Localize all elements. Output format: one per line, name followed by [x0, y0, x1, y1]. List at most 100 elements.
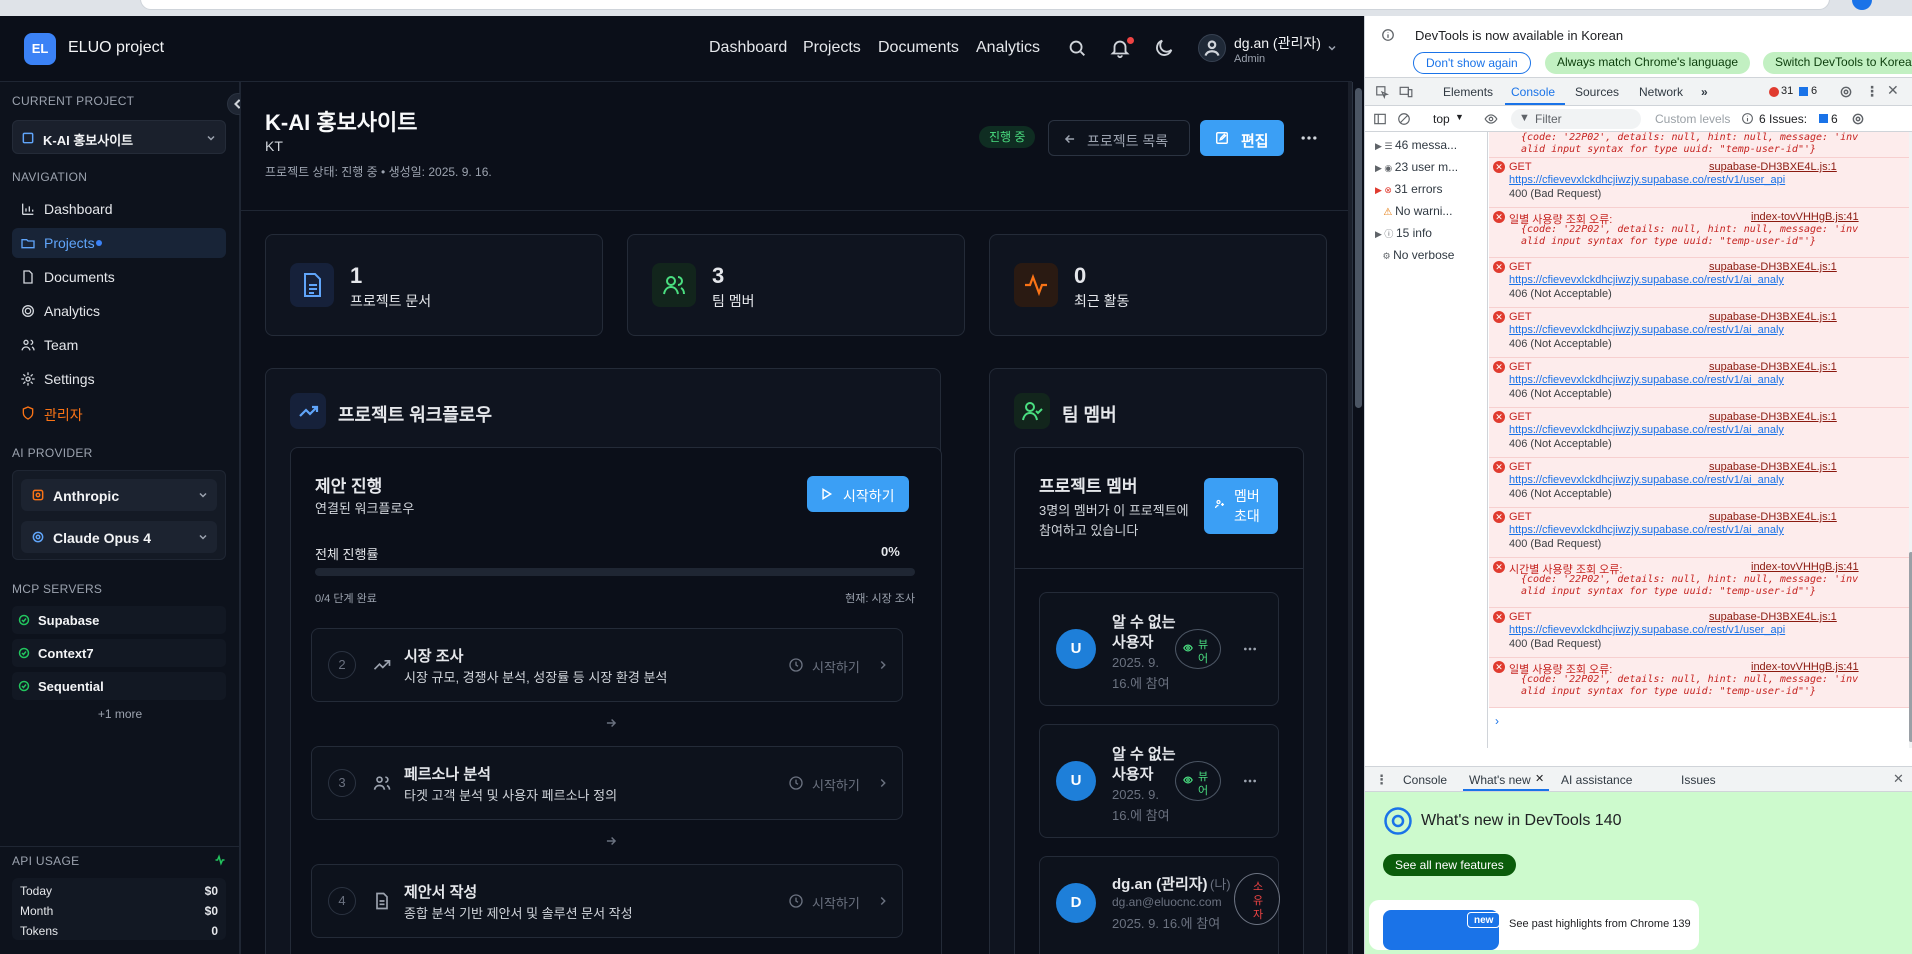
workflow-step-market[interactable]: 2 시장 조사 시장 규모, 경쟁사 분석, 성장률 등 시장 환경 분석 시작… — [311, 628, 903, 702]
console-log-entry[interactable]: ✕ GET supabase-DH3BXE4L.js:1 https://cfi… — [1489, 508, 1909, 558]
more-tabs-icon[interactable]: » — [1701, 85, 1708, 99]
stat-card-members[interactable]: 3 팀 멤버 — [627, 234, 965, 336]
step-action[interactable]: 시작하기 — [812, 893, 860, 912]
drawer-menu-icon[interactable]: ⋮ — [1375, 772, 1388, 788]
sidebar-item-dashboard[interactable]: Dashboard — [12, 194, 226, 224]
console-log-entry[interactable]: ✕ GET supabase-DH3BXE4L.js:1 https://cfi… — [1489, 358, 1909, 408]
moon-icon[interactable] — [1153, 37, 1177, 61]
console-log-entry[interactable]: ✕ 시간별 사용량 조회 오류: index-tovVHHgB.js:41 {c… — [1489, 558, 1909, 608]
console-prompt[interactable]: › — [1495, 714, 1499, 728]
gear-icon[interactable] — [1839, 85, 1853, 99]
console-log-entry[interactable]: {code: '22P02', details: null, hint: nul… — [1489, 132, 1909, 158]
device-toggle-icon[interactable] — [1399, 85, 1413, 99]
role-badge-owner[interactable]: 소 유 자 — [1234, 873, 1280, 925]
model-select[interactable]: Claude Opus 4 — [21, 521, 217, 553]
filter-user-messages[interactable]: ▶ ◉ 23 user m... — [1375, 160, 1458, 174]
console-log-entry[interactable]: ✕ GET supabase-DH3BXE4L.js:1 https://cfi… — [1489, 308, 1909, 358]
context-select[interactable]: top — [1433, 112, 1450, 126]
log-source[interactable]: index-tovVHHgB.js:41 — [1751, 561, 1859, 573]
sidebar-toggle-icon[interactable] — [1373, 112, 1387, 126]
log-source[interactable]: supabase-DH3BXE4L.js:1 — [1709, 461, 1837, 473]
stat-card-documents[interactable]: 1 프로젝트 문서 — [265, 234, 603, 336]
always-match-button[interactable]: Always match Chrome's language — [1545, 52, 1751, 74]
switch-korean-button[interactable]: Switch DevTools to Korean — [1763, 52, 1912, 74]
console-log-entry[interactable]: ✕ GET supabase-DH3BXE4L.js:1 https://cfi… — [1489, 408, 1909, 458]
log-source[interactable]: index-tovVHHgB.js:41 — [1751, 661, 1859, 673]
invite-member-button[interactable]: 멤버 초대 — [1204, 478, 1278, 534]
gear-icon[interactable] — [1851, 112, 1865, 126]
log-source[interactable]: supabase-DH3BXE4L.js:1 — [1709, 411, 1837, 423]
app-title[interactable]: ELUO project — [68, 39, 164, 57]
log-url[interactable]: https://cfievevxlckdhcjiwzjy.supabase.co… — [1509, 524, 1784, 536]
stat-card-activity[interactable]: 0 최근 활동 — [989, 234, 1327, 336]
kebab-menu-icon[interactable]: ⋮ — [1865, 83, 1879, 100]
member-card[interactable]: D dg.an (관리자) (나) dg.an@eluocnc.com 2025… — [1039, 856, 1280, 954]
log-url[interactable]: https://cfievevxlckdhcjiwzjy.supabase.co… — [1509, 474, 1784, 486]
console-log-entry[interactable]: ✕ GET supabase-DH3BXE4L.js:1 https://cfi… — [1489, 158, 1909, 208]
drawer-tab-console[interactable]: Console — [1403, 773, 1447, 787]
highlight-card[interactable]: new See past highlights from Chrome 139 — [1369, 900, 1699, 950]
user-avatar-icon[interactable] — [1198, 34, 1226, 62]
nav-documents[interactable]: Documents — [878, 39, 959, 57]
filter-errors[interactable]: ▶ ⊗ 31 errors — [1375, 182, 1443, 196]
filter-info[interactable]: ▶ ⓘ 15 info — [1375, 226, 1432, 240]
log-source[interactable]: supabase-DH3BXE4L.js:1 — [1709, 361, 1837, 373]
step-action[interactable]: 시작하기 — [812, 657, 860, 676]
inspect-icon[interactable] — [1375, 85, 1389, 99]
provider-select[interactable]: Anthropic — [21, 479, 217, 511]
role-badge-viewer[interactable]: 뷰 어 — [1175, 629, 1221, 669]
nav-analytics[interactable]: Analytics — [976, 39, 1040, 57]
back-to-list-button[interactable]: 프로젝트 목록 — [1048, 120, 1190, 156]
log-url[interactable]: https://cfievevxlckdhcjiwzjy.supabase.co… — [1509, 274, 1784, 286]
console-log-entry[interactable]: ✕ GET supabase-DH3BXE4L.js:1 https://cfi… — [1489, 258, 1909, 308]
tab-console[interactable]: Console — [1511, 85, 1555, 99]
nav-projects[interactable]: Projects — [803, 39, 861, 57]
tab-sources[interactable]: Sources — [1575, 85, 1619, 99]
sidebar-item-settings[interactable]: Settings — [12, 364, 226, 394]
drawer-tab-issues[interactable]: Issues — [1681, 773, 1716, 787]
log-source[interactable]: supabase-DH3BXE4L.js:1 — [1709, 311, 1837, 323]
filter-input[interactable]: ▼ Filter — [1511, 109, 1641, 129]
error-count[interactable]: 31 — [1781, 85, 1793, 97]
clear-console-icon[interactable] — [1397, 112, 1411, 126]
issues-label[interactable]: 6 Issues: — [1759, 112, 1807, 126]
issues-count[interactable]: 6 — [1831, 112, 1838, 126]
mcp-item-context7[interactable]: Context7 — [12, 639, 226, 667]
log-url[interactable]: https://cfievevxlckdhcjiwzjy.supabase.co… — [1509, 324, 1784, 336]
eye-icon[interactable] — [1483, 112, 1499, 126]
nav-dashboard[interactable]: Dashboard — [709, 39, 787, 57]
drawer-tab-ai[interactable]: AI assistance — [1561, 773, 1632, 787]
filter-verbose[interactable]: ⚙ No verbose — [1375, 248, 1455, 262]
edit-button[interactable]: 편집 — [1200, 120, 1284, 156]
log-source[interactable]: supabase-DH3BXE4L.js:1 — [1709, 161, 1837, 173]
sidebar-item-analytics[interactable]: Analytics — [12, 296, 226, 326]
filter-messages[interactable]: ▶ ☰ 46 messa... — [1375, 138, 1457, 152]
tab-elements[interactable]: Elements — [1443, 85, 1493, 99]
console-log-entry[interactable]: ✕ 일별 사용량 조회 오류: index-tovVHHgB.js:41 {co… — [1489, 658, 1909, 708]
sidebar-item-projects[interactable]: Projects — [12, 228, 226, 258]
tab-network[interactable]: Network — [1639, 85, 1683, 99]
levels-select[interactable]: Custom levels — [1655, 112, 1730, 126]
warn-count[interactable]: 6 — [1811, 85, 1817, 97]
more-options-icon[interactable] — [1299, 128, 1319, 148]
role-badge-viewer[interactable]: 뷰 어 — [1175, 761, 1221, 801]
page-scrollbar-track[interactable] — [1352, 82, 1364, 954]
mcp-item-sequential[interactable]: Sequential — [12, 672, 226, 700]
log-url[interactable]: https://cfievevxlckdhcjiwzjy.supabase.co… — [1509, 174, 1785, 186]
console-log-entry[interactable]: ✕ 일별 사용량 조회 오류: index-tovVHHgB.js:41 {co… — [1489, 208, 1909, 258]
user-name[interactable]: dg.an (관리자) — [1234, 33, 1321, 53]
close-icon[interactable]: ✕ — [1887, 82, 1899, 99]
log-source[interactable]: supabase-DH3BXE4L.js:1 — [1709, 261, 1837, 273]
logo-badge[interactable]: EL — [24, 33, 56, 65]
sidebar-item-documents[interactable]: Documents — [12, 262, 226, 292]
start-workflow-button[interactable]: 시작하기 — [807, 476, 909, 512]
more-options-icon[interactable] — [1242, 641, 1258, 657]
step-action[interactable]: 시작하기 — [812, 775, 860, 794]
log-source[interactable]: supabase-DH3BXE4L.js:1 — [1709, 511, 1837, 523]
log-source[interactable]: index-tovVHHgB.js:41 — [1751, 211, 1859, 223]
console-log-entry[interactable]: ✕ GET supabase-DH3BXE4L.js:1 https://cfi… — [1489, 458, 1909, 508]
log-url[interactable]: https://cfievevxlckdhcjiwzjy.supabase.co… — [1509, 374, 1784, 386]
mcp-more-link[interactable]: +1 more — [0, 707, 240, 721]
log-source[interactable]: supabase-DH3BXE4L.js:1 — [1709, 611, 1837, 623]
mcp-item-supabase[interactable]: Supabase — [12, 606, 226, 634]
